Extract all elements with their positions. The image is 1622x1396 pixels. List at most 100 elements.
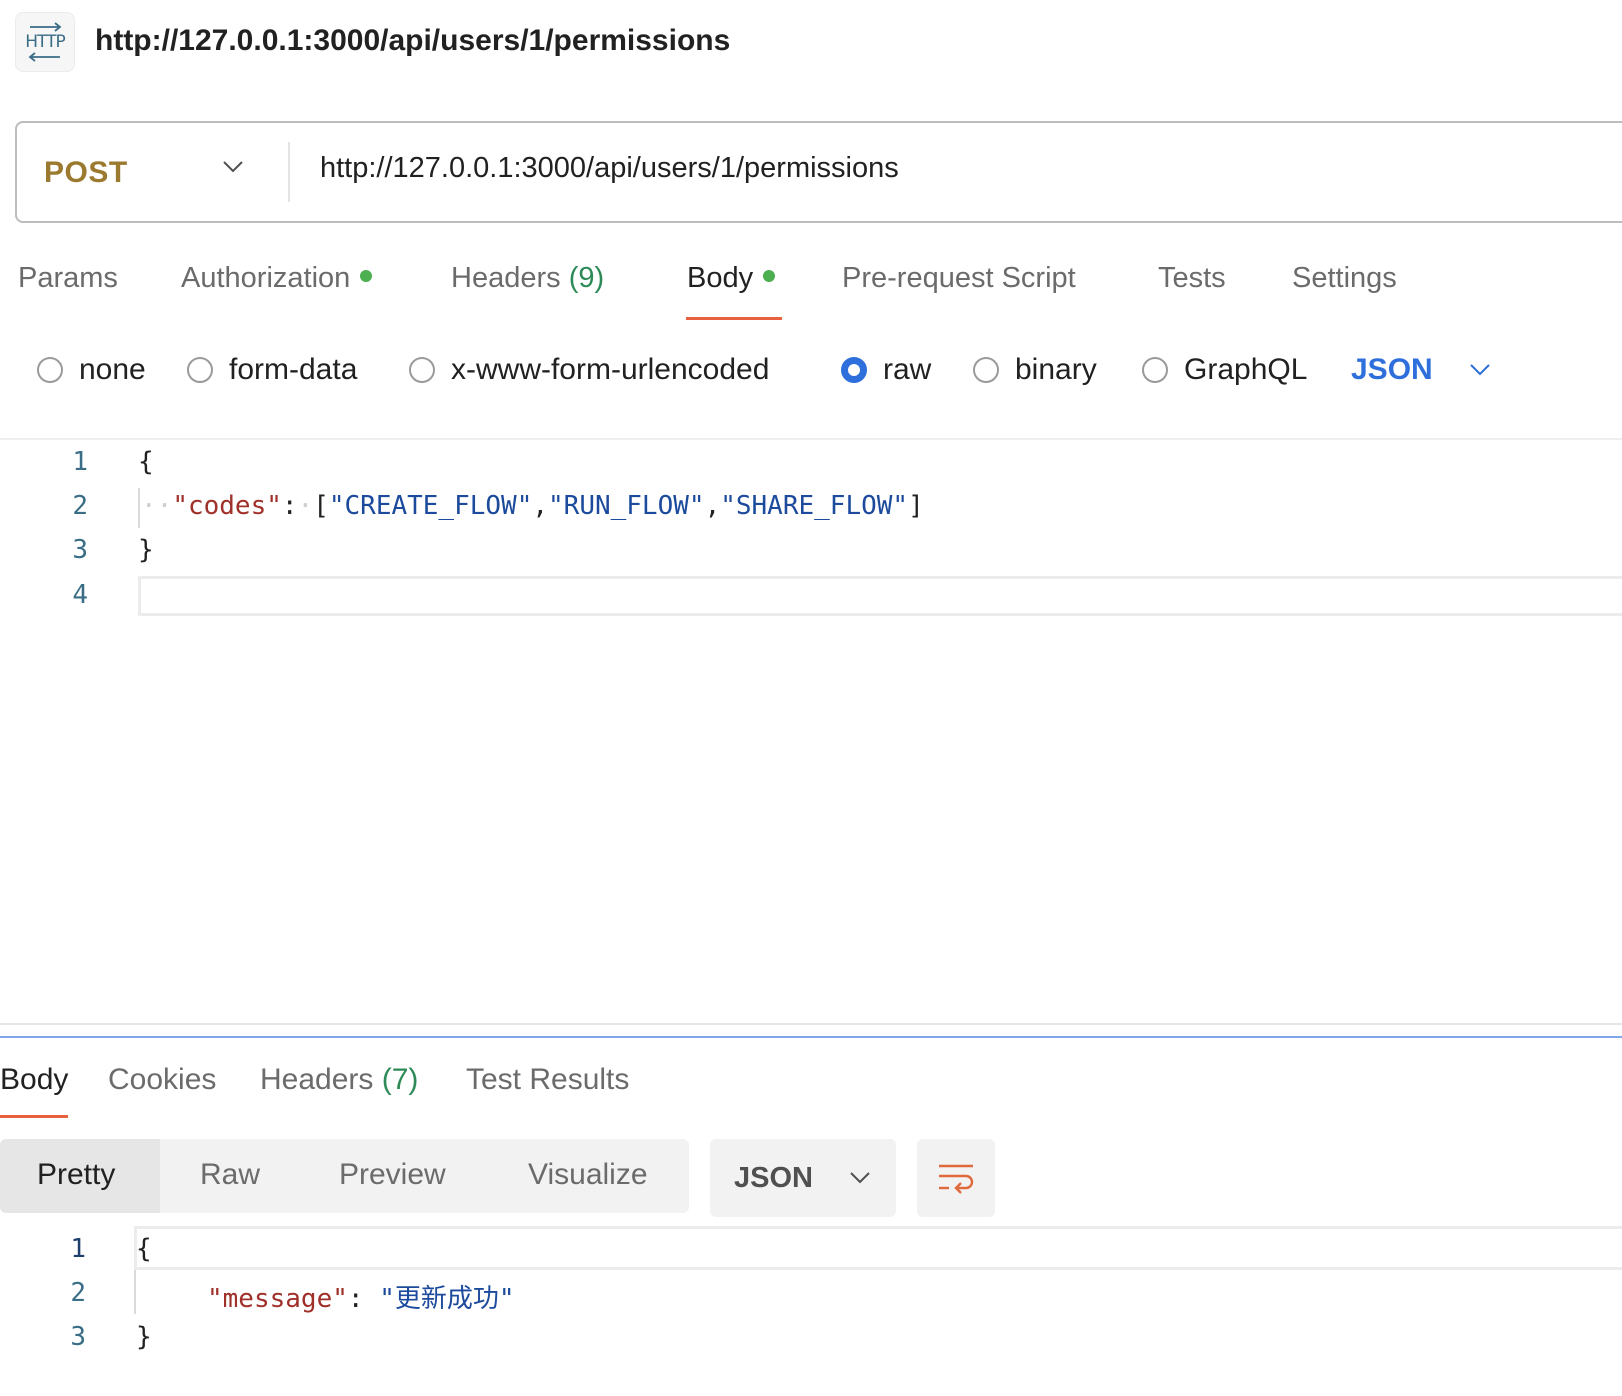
whitespace-marker: ·· (141, 491, 173, 521)
method-label: POST (44, 156, 128, 189)
json-colon: : (281, 491, 298, 521)
radio-graphql[interactable]: GraphQL (1142, 350, 1307, 390)
radio-x-www-form-urlencoded[interactable]: x-www-form-urlencoded (409, 350, 769, 390)
tab-label: Params (18, 262, 118, 294)
tab-count: (7) (381, 1063, 419, 1096)
json-string: "SHARE_FLOW" (720, 491, 909, 521)
radio-label: x-www-form-urlencoded (451, 353, 770, 386)
json-comma: , (704, 491, 721, 521)
request-title[interactable]: http://127.0.0.1:3000/api/users/1/permis… (95, 24, 730, 58)
active-tab-indicator (0, 1115, 68, 1118)
radio-circle[interactable] (37, 357, 63, 383)
radio-label: GraphQL (1184, 353, 1308, 386)
tab-settings[interactable]: Settings (1292, 262, 1397, 295)
view-visualize-button[interactable]: Visualize (528, 1158, 648, 1192)
code-line-1[interactable]: { (138, 447, 154, 477)
pane-resize-handle[interactable] (0, 1036, 1622, 1038)
tab-params[interactable]: Params (18, 262, 118, 295)
language-select[interactable]: JSON (1351, 350, 1491, 390)
response-code-line-3[interactable]: } (136, 1322, 152, 1352)
response-tab-headers[interactable]: Headers (7) (260, 1063, 418, 1097)
http-icon: HTTP (15, 12, 75, 72)
response-code-line-1[interactable]: { (136, 1234, 152, 1264)
line-number: 1 (72, 447, 88, 477)
tab-tests[interactable]: Tests (1158, 262, 1226, 295)
current-line-highlight[interactable] (134, 1226, 1622, 1270)
tab-pre-request-script[interactable]: Pre-request Script (842, 262, 1076, 295)
radio-circle[interactable] (841, 357, 867, 383)
line-number: 3 (70, 1322, 86, 1352)
response-tab-test-results[interactable]: Test Results (466, 1063, 629, 1097)
json-key: "message" (207, 1284, 348, 1314)
radio-none[interactable]: none (37, 350, 146, 390)
radio-label: none (79, 353, 146, 386)
json-brace: { (136, 1234, 152, 1264)
pane-divider (0, 1023, 1622, 1025)
chevron-down-icon (1469, 364, 1490, 376)
line-number: 2 (72, 491, 88, 521)
tab-authorization[interactable]: Authorization (181, 262, 373, 295)
radio-circle[interactable] (973, 357, 999, 383)
method-select[interactable]: POST (44, 150, 244, 196)
tab-headers[interactable]: Headers (9) (451, 262, 604, 295)
radio-label: form-data (229, 353, 358, 386)
chevron-down-icon (850, 1172, 870, 1184)
json-bracket: ] (908, 491, 924, 521)
json-brace: } (136, 1322, 152, 1352)
tab-count: (9) (568, 262, 605, 294)
tab-label: Tests (1158, 262, 1226, 294)
json-bracket: [ (313, 491, 329, 521)
tab-label: Test Results (466, 1063, 630, 1096)
status-dot (360, 270, 373, 283)
response-code-line-2[interactable]: "message": "更新成功" (207, 1278, 515, 1315)
radio-form-data[interactable]: form-data (187, 350, 357, 390)
view-pretty-button[interactable]: Pretty (37, 1158, 115, 1192)
current-line-highlight[interactable] (138, 576, 1622, 616)
indent-guide (138, 488, 140, 528)
tab-label: Headers (451, 262, 561, 294)
json-string: "CREATE_FLOW" (328, 491, 533, 521)
active-tab-indicator (686, 317, 782, 320)
whitespace-marker: · (297, 491, 314, 521)
response-tab-cookies[interactable]: Cookies (108, 1063, 216, 1097)
language-label: JSON (734, 1161, 813, 1194)
json-brace: } (138, 535, 154, 565)
code-line-3[interactable]: } (138, 535, 154, 565)
language-label: JSON (1351, 353, 1433, 386)
tab-label: Pre-request Script (842, 262, 1076, 294)
line-number: 1 (70, 1234, 86, 1264)
response-tab-body[interactable]: Body (0, 1063, 68, 1097)
radio-label: binary (1015, 353, 1097, 386)
view-raw-button[interactable]: Raw (200, 1158, 260, 1192)
json-colon: : (347, 1284, 364, 1314)
line-number: 2 (70, 1278, 86, 1308)
radio-circle[interactable] (1142, 357, 1168, 383)
json-comma: , (532, 491, 549, 521)
chevron-down-icon[interactable] (222, 160, 244, 174)
radio-circle[interactable] (409, 357, 435, 383)
url-divider (288, 142, 290, 202)
url-input[interactable] (320, 152, 1570, 185)
status-dot (763, 270, 776, 283)
line-number: 4 (72, 580, 88, 610)
view-preview-button[interactable]: Preview (339, 1158, 446, 1192)
tab-body[interactable]: Body (687, 262, 776, 295)
radio-raw[interactable]: raw (841, 350, 931, 390)
tab-label: Cookies (108, 1063, 217, 1096)
radio-binary[interactable]: binary (973, 350, 1097, 390)
response-language-select[interactable]: JSON (710, 1139, 896, 1217)
wrap-lines-icon (939, 1164, 974, 1194)
indent-guide (134, 1270, 136, 1314)
http-badge-label: HTTP (25, 32, 66, 52)
line-number: 3 (72, 535, 88, 565)
tab-label: Body (687, 262, 754, 294)
code-line-2[interactable]: ··"codes":·["CREATE_FLOW","RUN_FLOW","SH… (141, 491, 924, 521)
editor-border (0, 438, 1622, 440)
tab-label: Body (0, 1063, 69, 1096)
radio-circle[interactable] (187, 357, 213, 383)
json-string: "RUN_FLOW" (548, 491, 705, 521)
tab-label: Authorization (181, 262, 351, 294)
wrap-lines-button[interactable] (917, 1139, 995, 1217)
radio-label: raw (883, 353, 932, 386)
tab-label: Headers (260, 1063, 374, 1096)
